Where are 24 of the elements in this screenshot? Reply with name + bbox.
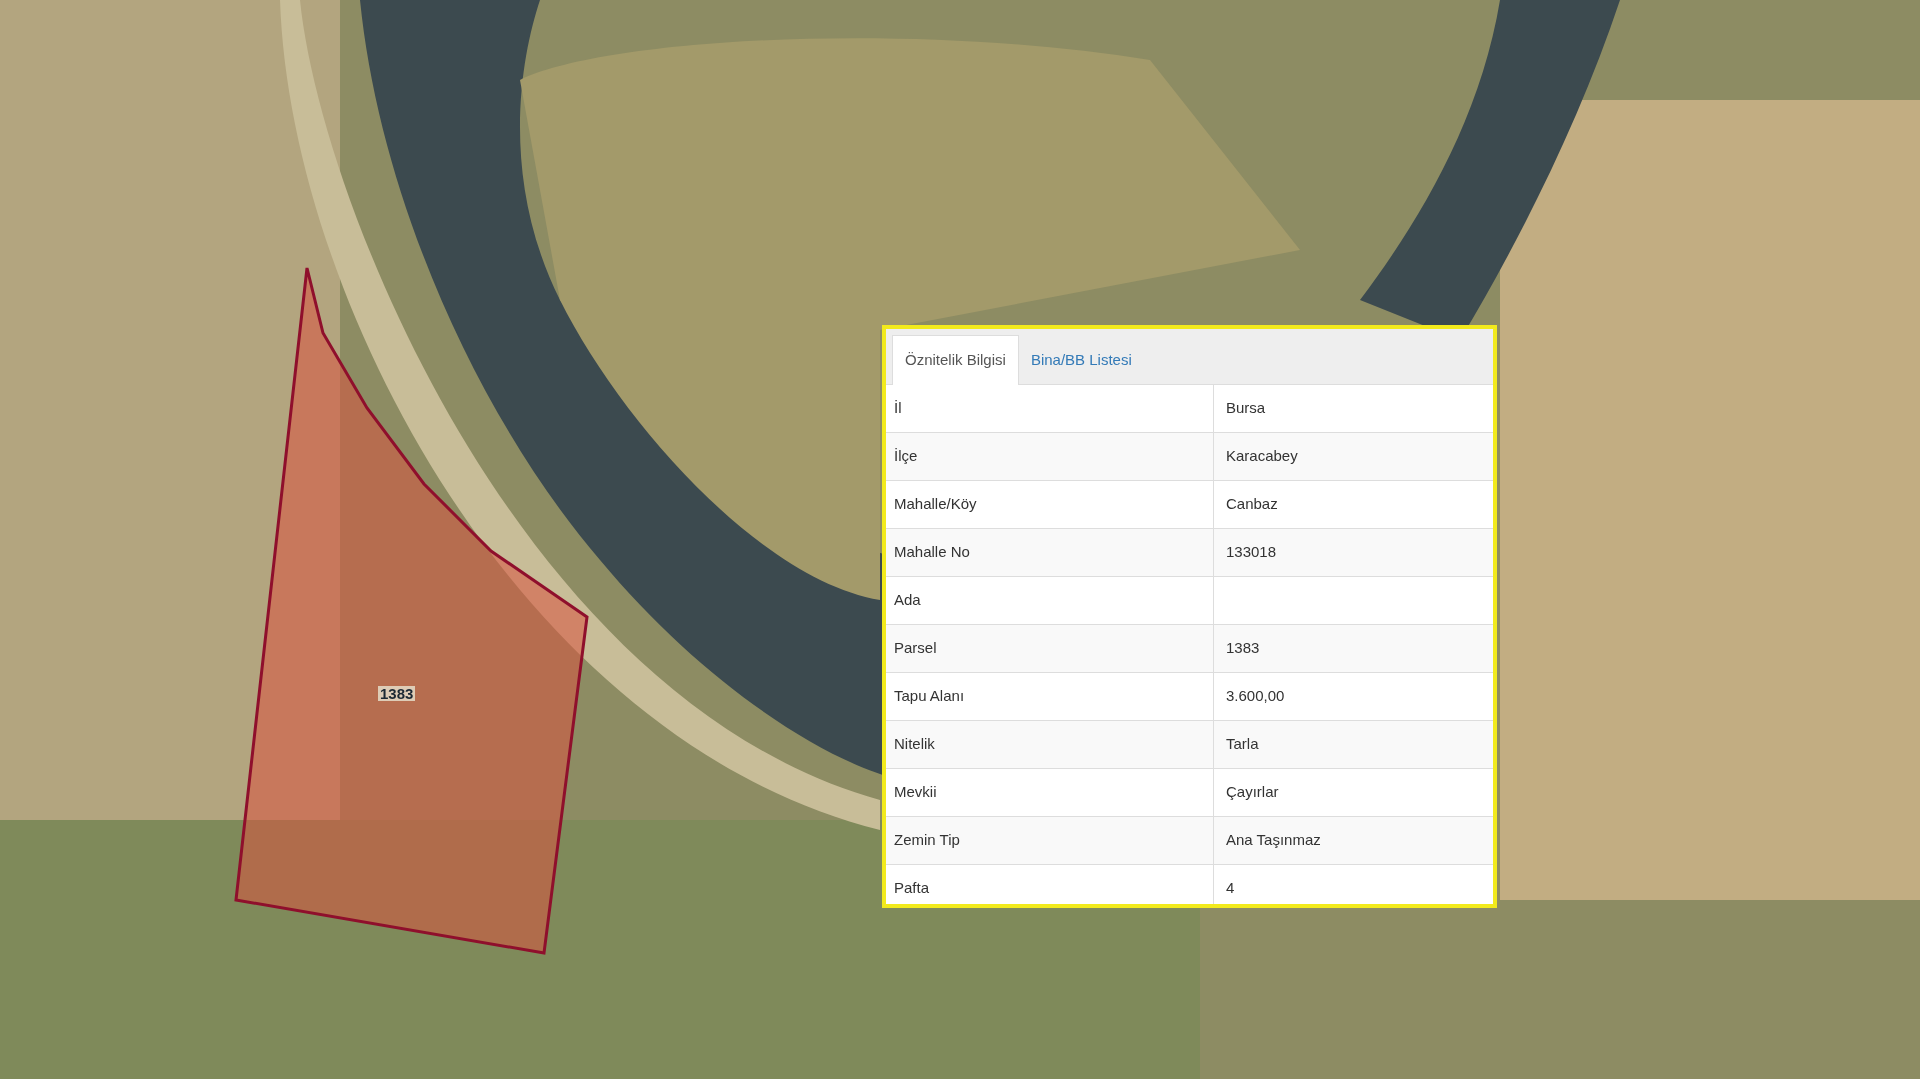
parcel-number-label: 1383 xyxy=(378,686,416,701)
tab[interactable]: Bina/BB Listesi xyxy=(1018,335,1144,385)
attribute-value: Tarla xyxy=(1226,734,1259,755)
attribute-label: Mahalle No xyxy=(894,542,970,563)
attribute-value: Ana Taşınmaz xyxy=(1226,830,1321,851)
attribute-label: Ada xyxy=(894,590,921,611)
attribute-label: İl xyxy=(894,398,902,419)
attribute-label: Mevkii xyxy=(894,782,937,803)
attribute-label: Parsel xyxy=(894,638,937,659)
attribute-label: Zemin Tip xyxy=(894,830,960,851)
attribute-value: 4 xyxy=(1226,878,1235,899)
attribute-value: Çayırlar xyxy=(1226,782,1279,803)
attribute-value: Karacabey xyxy=(1226,446,1298,467)
attribute-label: Pafta xyxy=(894,878,930,899)
attribute-value: 3.600,00 xyxy=(1226,686,1285,707)
attribute-value: Canbaz xyxy=(1226,494,1278,515)
attribute-value: 1383 xyxy=(1226,638,1260,659)
attribute-label: Tapu Alanı xyxy=(894,686,965,707)
attribute-label: İlçe xyxy=(894,446,918,467)
attribute-value: 133018 xyxy=(1226,542,1277,563)
attribute-label: Nitelik xyxy=(894,734,935,755)
tab[interactable]: Öznitelik Bilgisi xyxy=(892,335,1019,385)
attribute-label: Mahalle/Köy xyxy=(894,494,977,515)
attribute-value: Bursa xyxy=(1226,398,1266,419)
